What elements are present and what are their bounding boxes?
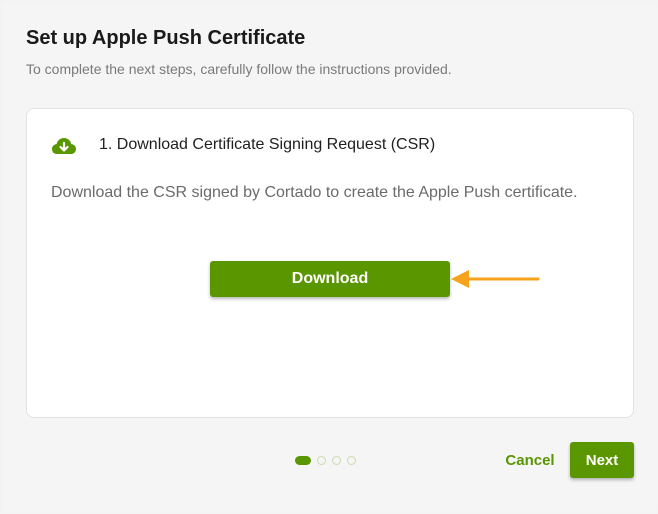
dialog-title: Set up Apple Push Certificate bbox=[26, 27, 306, 49]
pagination-dot bbox=[347, 455, 356, 465]
cloud-download-icon bbox=[51, 136, 77, 156]
step-pagination bbox=[295, 455, 356, 465]
download-button[interactable]: Download bbox=[210, 261, 450, 297]
next-button[interactable]: Next bbox=[570, 442, 634, 478]
pagination-dot-active bbox=[295, 455, 311, 465]
step-card: 1. Download Certificate Signing Request … bbox=[26, 108, 634, 418]
step-title: 1. Download Certificate Signing Request … bbox=[99, 136, 436, 153]
pagination-dot bbox=[317, 455, 326, 465]
cancel-button[interactable]: Cancel bbox=[497, 442, 563, 478]
annotation-arrow-icon bbox=[451, 270, 540, 288]
dialog-subtitle: To complete the next steps, carefully fo… bbox=[26, 61, 452, 77]
step-description: Download the CSR signed by Cortado to cr… bbox=[51, 184, 578, 201]
setup-dialog: Set up Apple Push Certificate To complet… bbox=[1, 1, 657, 513]
pagination-dot bbox=[332, 455, 341, 465]
